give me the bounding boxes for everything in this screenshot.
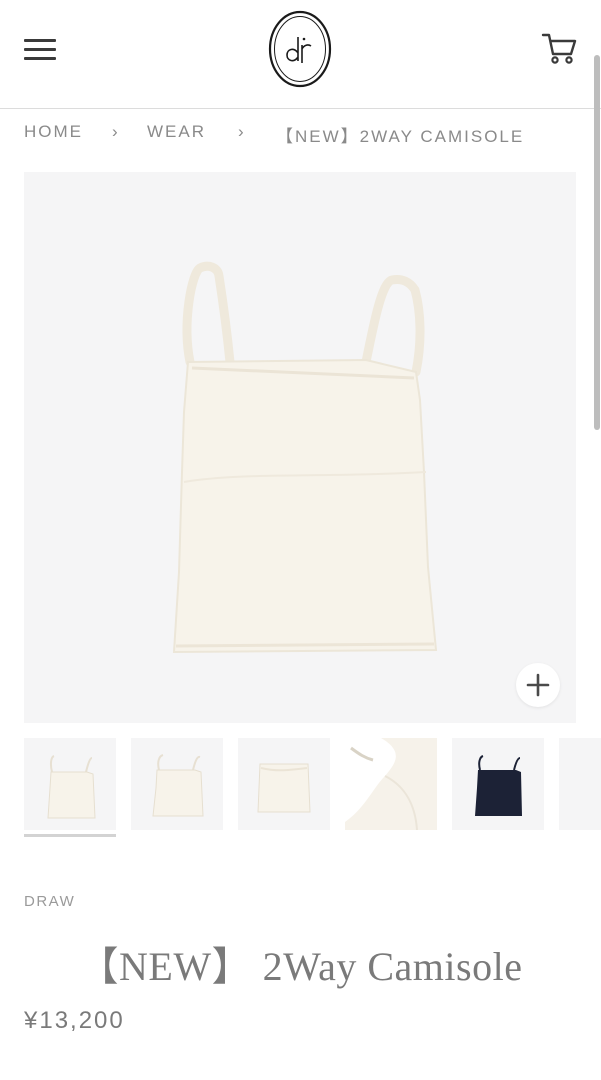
fabric-detail-thumb xyxy=(345,738,437,830)
shopping-cart-icon[interactable] xyxy=(540,30,578,66)
thumbnail-active-indicator xyxy=(24,834,116,837)
partial-thumb xyxy=(559,738,601,830)
thumbnail-5[interactable] xyxy=(452,738,544,830)
thumbnail-4[interactable] xyxy=(345,738,437,830)
camisole-ivory-thumb xyxy=(152,754,204,817)
product-price: ¥13,200 xyxy=(24,1007,125,1034)
product-title: 【NEW】 2Way Camisole xyxy=(78,944,523,989)
camisole-ivory-thumb xyxy=(47,755,96,819)
product-brand[interactable]: DRAW xyxy=(24,893,75,910)
breadcrumb-current: 【NEW】2WAY CAMISOLE xyxy=(276,127,525,146)
thumbnail-strip xyxy=(24,738,601,838)
thumbnail-3[interactable] xyxy=(238,738,330,830)
dr-monogram-logo[interactable] xyxy=(268,9,332,89)
hamburger-menu-icon[interactable] xyxy=(22,36,58,62)
camisole-navy-thumb xyxy=(475,755,522,816)
breadcrumb-wear[interactable]: WEAR xyxy=(147,122,206,142)
page-scrollbar[interactable] xyxy=(594,55,600,430)
breadcrumb: HOME › WEAR › 【NEW】2WAY CAMISOLE xyxy=(24,122,584,146)
breadcrumb-separator: › xyxy=(238,122,246,141)
camisole-ivory-image xyxy=(172,261,438,654)
thumbnail-6[interactable] xyxy=(559,738,601,830)
plus-icon xyxy=(526,673,550,697)
breadcrumb-separator: › xyxy=(112,122,120,141)
thumbnail-1[interactable] xyxy=(24,738,116,830)
breadcrumb-home[interactable]: HOME xyxy=(24,122,83,142)
product-main-image[interactable] xyxy=(24,172,576,723)
zoom-button[interactable] xyxy=(516,663,560,707)
site-header xyxy=(0,0,601,109)
thumbnail-2[interactable] xyxy=(131,738,223,830)
tube-top-ivory-thumb xyxy=(257,763,311,813)
